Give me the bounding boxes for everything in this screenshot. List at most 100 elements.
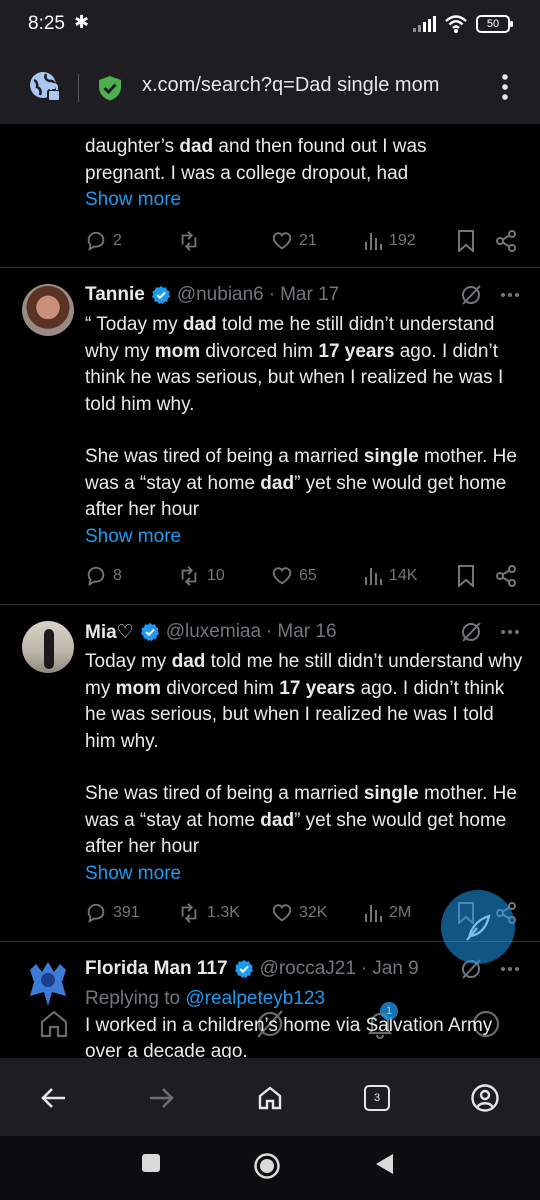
tweet-date[interactable]: Jan 9 bbox=[372, 958, 418, 980]
shield-check-icon[interactable] bbox=[96, 74, 124, 102]
avatar[interactable] bbox=[22, 284, 74, 336]
arrow-left-icon bbox=[41, 1088, 65, 1108]
reply-icon bbox=[87, 566, 105, 587]
home-system-icon[interactable] bbox=[253, 1152, 281, 1180]
tweet-text: “ Today my dad told me he still didn’t u… bbox=[85, 312, 525, 550]
reply-button[interactable]: 8 bbox=[85, 562, 122, 590]
show-more-link[interactable]: Show more bbox=[85, 861, 525, 888]
feather-icon bbox=[466, 914, 491, 941]
back-system-icon[interactable] bbox=[373, 1152, 395, 1176]
author-name[interactable]: Florida Man 117 bbox=[85, 958, 228, 980]
views-button[interactable]: 192 bbox=[363, 227, 416, 255]
tweet-text: Today my dad told me he still didn’t und… bbox=[85, 649, 525, 887]
verified-badge-icon bbox=[151, 285, 170, 305]
retweet-button[interactable] bbox=[177, 227, 207, 255]
tweet-date[interactable]: Mar 17 bbox=[280, 284, 339, 306]
tweet-1[interactable]: Tannie @nubian6 · Mar 17 “ Today my dad … bbox=[0, 268, 540, 605]
grok-icon[interactable] bbox=[460, 284, 482, 306]
compose-post-button[interactable] bbox=[441, 890, 515, 964]
author-handle[interactable]: @luxemiaa bbox=[166, 621, 261, 643]
battery-icon: 50 bbox=[476, 15, 513, 33]
author-handle[interactable]: @roccaJ21 bbox=[260, 958, 356, 980]
retweet-button[interactable]: 1.3K bbox=[177, 899, 240, 927]
author-handle[interactable]: @nubian6 bbox=[177, 284, 264, 306]
notification-badge: 1 bbox=[380, 1002, 398, 1020]
status-indicators: 50 bbox=[413, 14, 513, 34]
messages-nav-icon[interactable] bbox=[470, 1008, 502, 1040]
tab-switcher-button[interactable]: 3 bbox=[359, 1080, 395, 1116]
tweet-header: Florida Man 117 @roccaJ21 · Jan 9 bbox=[85, 956, 520, 982]
settings-notification-icon: ✱ bbox=[74, 12, 90, 32]
show-more-link[interactable]: Show more bbox=[85, 524, 525, 551]
grok-nav-icon[interactable] bbox=[254, 1008, 286, 1040]
show-more-link[interactable]: Show more bbox=[85, 187, 525, 214]
browser-menu-icon[interactable] bbox=[500, 72, 510, 102]
tweet-actions: 8 10 65 14K bbox=[85, 562, 525, 590]
avatar[interactable] bbox=[22, 621, 74, 673]
forward-button[interactable] bbox=[143, 1080, 179, 1116]
verified-badge-icon bbox=[140, 622, 159, 642]
browser-toolbar: 3 bbox=[0, 1058, 540, 1136]
tweet-header: Mia♡ @luxemiaa · Mar 16 bbox=[85, 619, 520, 645]
views-count: 192 bbox=[389, 232, 416, 249]
views-count: 2M bbox=[389, 904, 412, 921]
like-button[interactable]: 21 bbox=[271, 227, 317, 255]
tweet-2[interactable]: Mia♡ @luxemiaa · Mar 16 Today my dad tol… bbox=[0, 605, 540, 942]
signal-icon bbox=[413, 16, 436, 32]
more-options-icon[interactable] bbox=[500, 966, 520, 972]
views-count: 14K bbox=[389, 567, 418, 584]
reply-count: 2 bbox=[113, 232, 122, 249]
separator-dot: · bbox=[266, 621, 273, 642]
views-icon bbox=[365, 233, 382, 250]
home-nav-icon[interactable] bbox=[38, 1008, 70, 1040]
views-button[interactable]: 14K bbox=[363, 562, 417, 590]
heart-icon bbox=[272, 232, 292, 250]
views-button[interactable]: 2M bbox=[363, 899, 411, 927]
retweet-icon bbox=[181, 903, 197, 923]
like-button[interactable]: 65 bbox=[271, 562, 317, 590]
tweet-text: daughter’s dad and then found out I was … bbox=[85, 124, 525, 214]
tweet-date[interactable]: Mar 16 bbox=[277, 621, 336, 643]
tweet-header-icons bbox=[460, 284, 520, 306]
recents-icon[interactable] bbox=[140, 1152, 162, 1174]
separator-dot: · bbox=[268, 284, 276, 305]
battery-level: 50 bbox=[486, 18, 500, 30]
status-bar: 8:25 ✱ 50 bbox=[0, 0, 540, 52]
share-icon[interactable] bbox=[495, 565, 517, 587]
tweet-header: Tannie @nubian6 · Mar 17 bbox=[85, 282, 520, 308]
url-address-field[interactable]: x.com/search?q=Dad single mom bbox=[142, 74, 462, 97]
account-button[interactable] bbox=[467, 1080, 503, 1116]
reply-icon bbox=[87, 903, 105, 924]
browser-home-button[interactable] bbox=[252, 1080, 288, 1116]
tweet-text-cut-line bbox=[85, 124, 525, 134]
system-nav-bar bbox=[0, 1136, 540, 1200]
grok-icon[interactable] bbox=[460, 621, 482, 643]
separator-dot: · bbox=[360, 958, 368, 979]
tweet-header-icons bbox=[460, 621, 520, 643]
like-button[interactable]: 32K bbox=[271, 899, 327, 927]
like-count: 65 bbox=[299, 567, 317, 584]
home-icon bbox=[258, 1086, 282, 1110]
arrow-right-icon bbox=[150, 1088, 174, 1108]
retweet-icon bbox=[181, 231, 197, 251]
bookmark-icon[interactable] bbox=[457, 230, 475, 252]
account-icon bbox=[471, 1084, 499, 1112]
wifi-icon bbox=[445, 15, 467, 33]
share-icon[interactable] bbox=[495, 230, 517, 252]
more-options-icon[interactable] bbox=[500, 292, 520, 298]
back-button[interactable] bbox=[36, 1080, 72, 1116]
avatar-figure bbox=[44, 629, 54, 669]
reply-button[interactable]: 2 bbox=[85, 227, 122, 255]
more-options-icon[interactable] bbox=[500, 629, 520, 635]
tweet-actions: 2 21 192 bbox=[85, 227, 525, 255]
author-name[interactable]: Tannie bbox=[85, 284, 145, 306]
author-name[interactable]: Mia♡ bbox=[85, 621, 134, 644]
retweet-button[interactable]: 10 bbox=[177, 562, 225, 590]
reply-button[interactable]: 391 bbox=[85, 899, 140, 927]
heart-icon bbox=[272, 567, 292, 585]
bookmark-icon[interactable] bbox=[457, 565, 475, 587]
retweet-count: 1.3K bbox=[207, 904, 240, 921]
like-count: 32K bbox=[299, 904, 328, 921]
site-info-icon[interactable] bbox=[28, 70, 62, 104]
tweet-0[interactable]: daughter’s dad and then found out I was … bbox=[0, 124, 540, 268]
